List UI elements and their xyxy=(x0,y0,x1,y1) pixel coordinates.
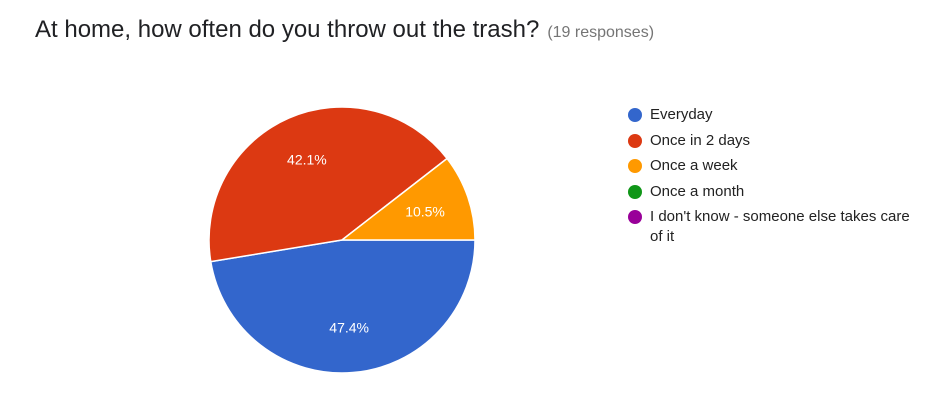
legend-label: Everyday xyxy=(650,106,713,123)
legend-label: Once a month xyxy=(650,182,745,200)
slice-data-label: 10.5% xyxy=(405,204,445,220)
legend-swatch xyxy=(628,133,642,148)
legend-label: I don't know - someone else takes care o… xyxy=(650,208,910,246)
pie-slice-everyday[interactable] xyxy=(209,239,476,374)
legend-label: Once in 2 days xyxy=(650,131,751,149)
legend-item[interactable]: Everyday xyxy=(628,105,928,125)
legend-item[interactable]: Once a week xyxy=(628,156,928,176)
legend-swatch xyxy=(628,108,642,122)
legend-swatch xyxy=(628,159,642,174)
legend-item[interactable]: I don't know - someone else takes care o… xyxy=(628,207,928,247)
legend-item[interactable]: Once in 2 days xyxy=(628,131,928,151)
legend-label: Once a week xyxy=(650,157,738,175)
legend-swatch xyxy=(628,184,642,199)
chart-legend: Everyday Once in 2 days Once a week Once a … xyxy=(628,105,928,253)
legend-swatch xyxy=(628,210,642,225)
slice-data-label: 42.1% xyxy=(287,152,327,168)
legend-item[interactable]: Once a month xyxy=(628,182,928,202)
slice-data-label: 47.4% xyxy=(329,319,369,335)
